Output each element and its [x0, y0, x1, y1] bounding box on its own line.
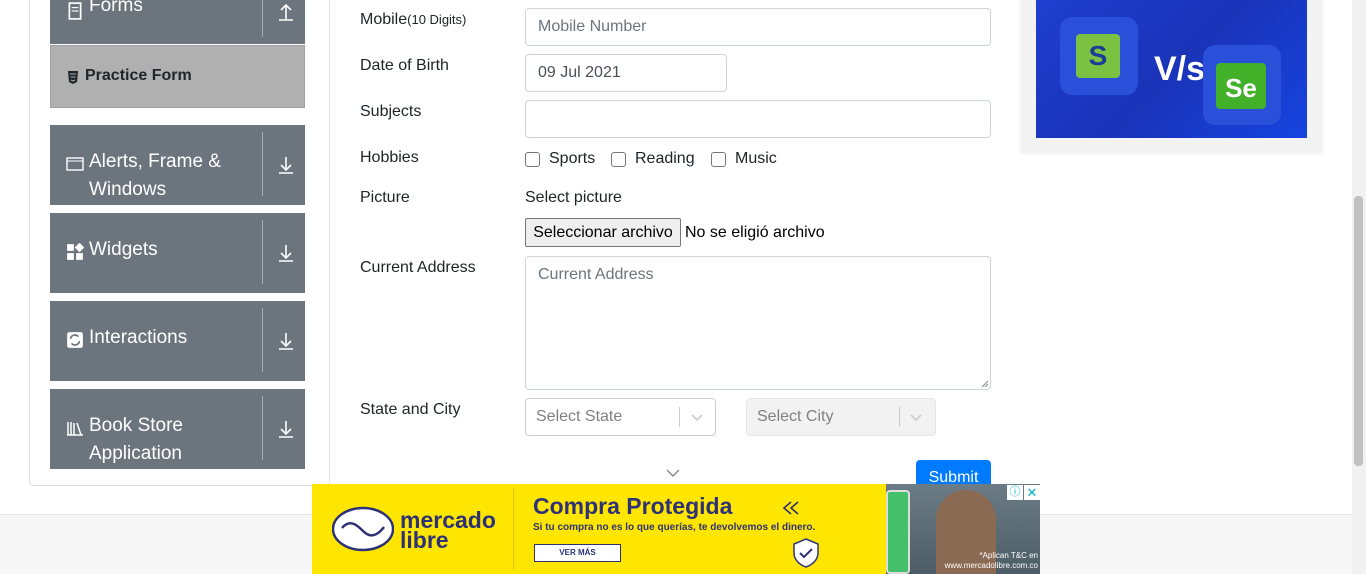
- hobby-reading-checkbox[interactable]: Reading: [611, 150, 695, 168]
- banner-cta-button[interactable]: VER MÁS: [534, 544, 621, 562]
- sidebar-group-interactions[interactable]: Interactions: [50, 301, 305, 381]
- sidebar-item-practice-form[interactable]: Practice Form: [50, 45, 305, 108]
- checkbox-label: Sports: [549, 150, 596, 167]
- divider: [262, 396, 263, 460]
- sidebar-group-label: Book Store: [89, 415, 183, 436]
- hobby-sports-checkbox[interactable]: Sports: [525, 150, 595, 168]
- download-arrow-icon[interactable]: [278, 331, 294, 351]
- divider: [262, 0, 263, 37]
- checkbox-label: Reading: [635, 150, 695, 167]
- ad-close-icon[interactable]: ✕: [1024, 485, 1040, 500]
- current-address-textarea[interactable]: Current Address: [525, 256, 991, 390]
- hobby-music-checkbox[interactable]: Music: [711, 150, 777, 168]
- subjects-label: Subjects: [360, 103, 422, 120]
- city-select[interactable]: Select City: [746, 398, 936, 436]
- state-city-label: State and City: [360, 401, 461, 418]
- banner-legal: *Aplican T&C en www.mercadolibre.com.co: [944, 551, 1038, 570]
- upload-arrow-icon[interactable]: [278, 2, 294, 22]
- shield-icon: [793, 538, 819, 568]
- mercadolibre-handshake-icon: [332, 506, 394, 552]
- sidebar-group-label: Alerts, Frame &: [89, 151, 221, 172]
- sidebar-group-label: Application: [89, 443, 182, 464]
- html5-icon: [68, 71, 78, 84]
- chevron-down-icon[interactable]: [690, 410, 704, 424]
- phone-image: [886, 490, 910, 574]
- ad-image[interactable]: S V/s Se: [1036, 0, 1307, 138]
- choose-file-button[interactable]: Seleccionar archivo: [525, 218, 681, 247]
- file-status-text: No se eligió archivo: [685, 224, 825, 241]
- checkbox-box[interactable]: [525, 151, 540, 167]
- rewind-icon: [782, 501, 799, 515]
- hobbies-label: Hobbies: [360, 149, 419, 166]
- sidebar-group-label: Forms: [89, 0, 143, 16]
- vs-text: V/s: [1154, 50, 1206, 88]
- divider: [262, 132, 263, 196]
- chevron-down-icon[interactable]: [666, 468, 680, 478]
- checkbox-box[interactable]: [711, 151, 726, 167]
- forms-icon: [68, 2, 82, 20]
- sidebar-group-book-store[interactable]: Book Store Application: [50, 389, 305, 469]
- divider: [899, 407, 900, 427]
- download-arrow-icon[interactable]: [278, 419, 294, 439]
- selenium-logo: Se: [1216, 63, 1266, 109]
- divider: [262, 308, 263, 372]
- download-arrow-icon[interactable]: [278, 155, 294, 175]
- mobile-hint: (10 Digits): [407, 12, 467, 27]
- banner-brand: mercado libre: [400, 507, 496, 553]
- banner-subtitle: Si tu compra no es lo que querías, te de…: [533, 522, 816, 533]
- mobile-label: Mobile(10 Digits): [360, 11, 467, 28]
- sidebar-group-widgets[interactable]: Widgets: [50, 213, 305, 293]
- checkbox-label: Music: [735, 150, 777, 167]
- state-select[interactable]: Select State: [525, 398, 716, 436]
- sidebar-group-label: Widgets: [89, 239, 158, 260]
- books-icon: [67, 422, 83, 436]
- state-placeholder: Select State: [536, 408, 623, 425]
- sidebar-group-alerts[interactable]: Alerts, Frame & Windows: [50, 125, 305, 205]
- mobile-input[interactable]: Mobile Number: [525, 8, 991, 46]
- sidebar-item-label: Practice Form: [85, 67, 192, 84]
- sidebar-group-forms[interactable]: Forms: [50, 0, 305, 44]
- resize-handle-icon[interactable]: [981, 380, 989, 388]
- interactions-icon: [67, 332, 83, 348]
- download-arrow-icon[interactable]: [278, 243, 294, 263]
- scrollbar-thumb[interactable]: [1354, 196, 1363, 466]
- dob-input[interactable]: 09 Jul 2021: [525, 54, 727, 92]
- ad-info-icon[interactable]: ⓘ: [1007, 485, 1023, 500]
- selenium-badge: Se: [1203, 45, 1281, 125]
- current-address-label: Current Address: [360, 259, 476, 276]
- city-placeholder: Select City: [757, 408, 834, 425]
- window-icon: [66, 157, 84, 171]
- katalon-logo: S: [1076, 34, 1120, 78]
- divider: [679, 407, 680, 427]
- select-picture-label: Select picture: [525, 189, 622, 206]
- picture-label: Picture: [360, 189, 410, 206]
- checkbox-box[interactable]: [611, 151, 626, 167]
- subjects-input[interactable]: [525, 100, 991, 138]
- dob-label: Date of Birth: [360, 57, 449, 74]
- banner-title: Compra Protegida: [533, 493, 733, 519]
- chevron-down-icon[interactable]: [909, 410, 923, 424]
- sidebar-group-label: Windows: [89, 179, 167, 200]
- katalon-badge: S: [1060, 17, 1138, 95]
- sidebar-group-label: Interactions: [89, 327, 188, 348]
- divider: [262, 220, 263, 284]
- banner-divider: [513, 488, 514, 570]
- widgets-icon: [67, 243, 84, 260]
